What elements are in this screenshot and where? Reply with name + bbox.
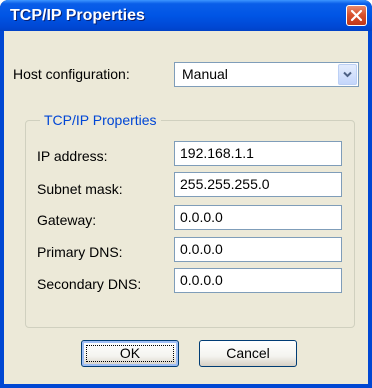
primary-dns-value: 0.0.0.0 (180, 241, 223, 257)
ip-address-field[interactable]: 192.168.1.1 (174, 141, 342, 166)
secondary-dns-field[interactable]: 0.0.0.0 (174, 268, 342, 293)
subnet-mask-label: Subnet mask: (37, 181, 123, 197)
primary-dns-field[interactable]: 0.0.0.0 (174, 237, 342, 262)
close-button[interactable] (346, 5, 367, 26)
host-configuration-select[interactable]: Manual (174, 62, 359, 87)
chevron-down-icon (343, 71, 352, 78)
dropdown-button[interactable] (338, 64, 357, 85)
window-frame-right (368, 31, 372, 388)
title-bar[interactable]: TCP/IP Properties (0, 0, 372, 31)
focus-rectangle (86, 345, 174, 362)
gateway-field[interactable]: 0.0.0.0 (174, 205, 342, 230)
subnet-mask-field[interactable]: 255.255.255.0 (174, 172, 342, 197)
dialog-body: Host configuration: Manual TCP/IP Proper… (4, 31, 368, 384)
cancel-button-label: Cancel (226, 345, 270, 361)
cancel-button[interactable]: Cancel (199, 340, 297, 367)
host-configuration-label: Host configuration: (13, 66, 130, 82)
secondary-dns-label: Secondary DNS: (37, 276, 142, 292)
host-configuration-value: Manual (182, 66, 228, 82)
primary-dns-label: Primary DNS: (37, 244, 123, 260)
gateway-value: 0.0.0.0 (180, 209, 223, 225)
ip-address-label: IP address: (37, 148, 108, 164)
gateway-label: Gateway: (37, 212, 97, 228)
dialog-window: TCP/IP Properties Host configuration: Ma… (0, 0, 372, 388)
close-icon (350, 9, 363, 22)
window-frame-bottom (0, 384, 372, 388)
groupbox-title: TCP/IP Properties (40, 112, 161, 128)
ip-address-value: 192.168.1.1 (180, 145, 254, 161)
ok-button[interactable]: OK (81, 340, 179, 367)
window-title: TCP/IP Properties (10, 7, 145, 24)
subnet-mask-value: 255.255.255.0 (180, 176, 270, 192)
secondary-dns-value: 0.0.0.0 (180, 272, 223, 288)
